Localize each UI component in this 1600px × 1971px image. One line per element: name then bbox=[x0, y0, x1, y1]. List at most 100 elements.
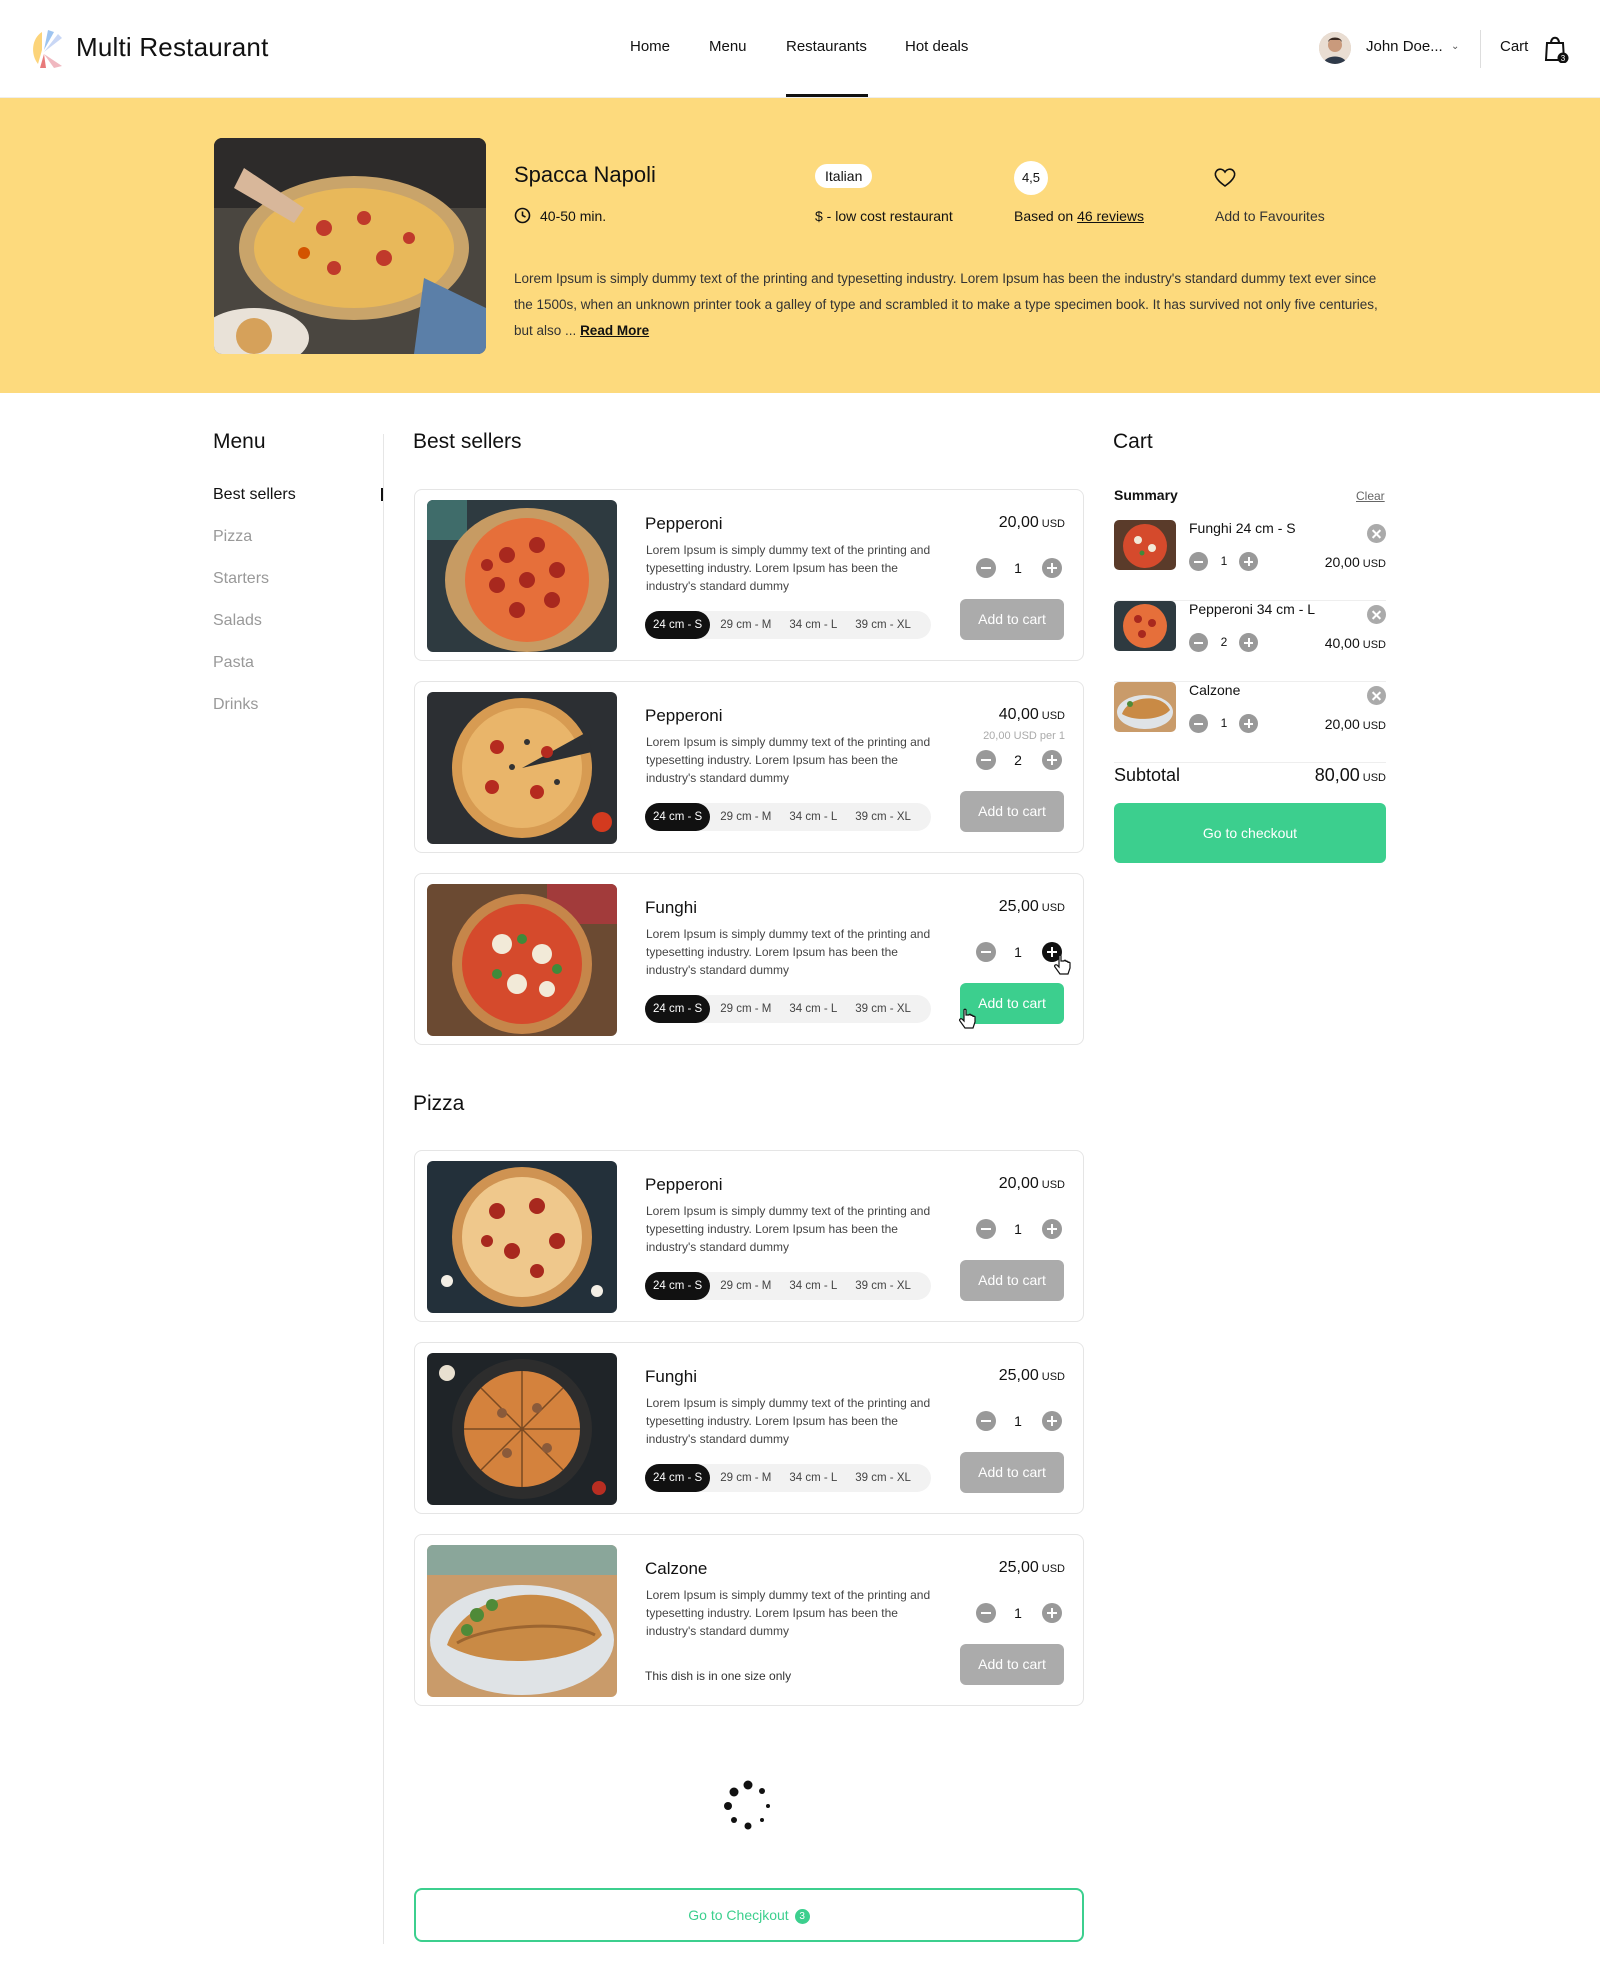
restaurant-photo bbox=[214, 138, 486, 354]
cart-item: Pepperoni 34 cm - L 2 40,00 USD bbox=[1114, 601, 1386, 682]
nav-hot-deals[interactable]: Hot deals bbox=[905, 38, 968, 55]
plus-icon[interactable] bbox=[1042, 1603, 1062, 1623]
hand-pointer-icon bbox=[959, 1008, 976, 1029]
add-to-cart-button[interactable]: Add to cart bbox=[960, 1644, 1064, 1685]
quantity-value: 2 bbox=[1014, 752, 1022, 768]
product-image[interactable] bbox=[427, 1353, 617, 1505]
size-option[interactable]: 39 cm - XL bbox=[847, 1464, 919, 1492]
user-avatar[interactable] bbox=[1319, 32, 1351, 64]
size-option[interactable]: 29 cm - M bbox=[712, 1272, 779, 1300]
add-to-favourites[interactable]: Add to Favourites bbox=[1215, 208, 1325, 224]
size-option[interactable]: 34 cm - L bbox=[781, 1464, 845, 1492]
product-price: 25,00 USD bbox=[999, 1367, 1065, 1385]
nav-home[interactable]: Home bbox=[630, 38, 670, 55]
clock-icon bbox=[514, 207, 531, 224]
product-card: Calzone Lorem Ipsum is simply dummy text… bbox=[414, 1534, 1084, 1706]
brand-name[interactable]: Multi Restaurant bbox=[76, 32, 269, 63]
plus-icon[interactable] bbox=[1042, 1219, 1062, 1239]
menu-item-drinks[interactable]: Drinks bbox=[213, 696, 258, 714]
remove-icon[interactable] bbox=[1367, 524, 1386, 543]
menu-divider bbox=[383, 434, 384, 1944]
product-price: 20,00 USD bbox=[999, 514, 1065, 532]
minus-icon[interactable] bbox=[976, 558, 996, 578]
add-to-cart-button[interactable]: Add to cart bbox=[960, 599, 1064, 640]
size-option[interactable]: 24 cm - S bbox=[645, 995, 711, 1023]
plus-icon[interactable] bbox=[1239, 633, 1258, 652]
size-option[interactable]: 34 cm - L bbox=[781, 803, 845, 831]
add-to-cart-button[interactable]: Add to cart bbox=[960, 1452, 1064, 1493]
minus-icon[interactable] bbox=[976, 1411, 996, 1431]
plus-icon[interactable] bbox=[1042, 750, 1062, 770]
rating-info: Based on 46 reviews bbox=[1014, 208, 1144, 224]
size-selector: 24 cm - S 29 cm - M 34 cm - L 39 cm - XL bbox=[645, 1272, 931, 1300]
size-option[interactable]: 29 cm - M bbox=[712, 995, 779, 1023]
size-option[interactable]: 24 cm - S bbox=[645, 1464, 711, 1492]
price-level: $ - low cost restaurant bbox=[815, 208, 953, 224]
size-option[interactable]: 34 cm - L bbox=[781, 611, 845, 639]
minus-icon[interactable] bbox=[976, 942, 996, 962]
minus-icon[interactable] bbox=[976, 1603, 996, 1623]
remove-icon[interactable] bbox=[1367, 686, 1386, 705]
size-option[interactable]: 29 cm - M bbox=[712, 1464, 779, 1492]
checkout-button[interactable]: Go to checkout bbox=[1114, 803, 1386, 863]
product-image[interactable] bbox=[427, 1161, 617, 1313]
size-option[interactable]: 34 cm - L bbox=[781, 1272, 845, 1300]
product-name: Calzone bbox=[645, 1559, 708, 1578]
cart-item-price-value: 20,00 bbox=[1324, 554, 1360, 570]
plus-icon[interactable] bbox=[1042, 1411, 1062, 1431]
cart-clear-link[interactable]: Clear bbox=[1356, 489, 1385, 503]
minus-icon[interactable] bbox=[976, 750, 996, 770]
product-image[interactable] bbox=[427, 692, 617, 844]
cart-item-image bbox=[1114, 682, 1176, 732]
size-option[interactable]: 24 cm - S bbox=[645, 1272, 711, 1300]
reviews-link[interactable]: 46 reviews bbox=[1077, 208, 1144, 224]
section-title-pizza: Pizza bbox=[413, 1092, 465, 1115]
quantity-value: 1 bbox=[1014, 1413, 1022, 1429]
cart-bag-icon[interactable]: 3 bbox=[1543, 33, 1569, 63]
size-option[interactable]: 29 cm - M bbox=[712, 803, 779, 831]
size-selector: 24 cm - S 29 cm - M 34 cm - L 39 cm - XL bbox=[645, 1464, 931, 1492]
subtotal-currency: USD bbox=[1362, 772, 1386, 784]
add-to-cart-button[interactable]: Add to cart bbox=[960, 1260, 1064, 1301]
cart-link-label[interactable]: Cart bbox=[1500, 38, 1528, 55]
plus-icon[interactable] bbox=[1239, 714, 1258, 733]
menu-item-best-sellers[interactable]: Best sellers bbox=[213, 486, 296, 504]
size-selector: 24 cm - S 29 cm - M 34 cm - L 39 cm - XL bbox=[645, 611, 931, 639]
minus-icon[interactable] bbox=[976, 1219, 996, 1239]
size-option[interactable]: 39 cm - XL bbox=[847, 1272, 919, 1300]
menu-item-salads[interactable]: Salads bbox=[213, 612, 262, 630]
heart-icon[interactable] bbox=[1213, 166, 1237, 188]
remove-icon[interactable] bbox=[1367, 605, 1386, 624]
plus-icon[interactable] bbox=[1042, 558, 1062, 578]
size-option[interactable]: 39 cm - XL bbox=[847, 995, 919, 1023]
read-more-link[interactable]: Read More bbox=[580, 323, 649, 338]
unit-price-note: 20,00 USD per 1 bbox=[983, 730, 1065, 742]
product-description: Lorem Ipsum is simply dummy text of the … bbox=[646, 1396, 931, 1446]
product-image[interactable] bbox=[427, 884, 617, 1036]
menu-item-pasta[interactable]: Pasta bbox=[213, 654, 254, 672]
brand-logo-icon[interactable] bbox=[28, 28, 68, 70]
price-value: 40,00 bbox=[998, 706, 1039, 723]
minus-icon[interactable] bbox=[1189, 714, 1208, 733]
menu-item-pizza[interactable]: Pizza bbox=[213, 528, 252, 546]
chevron-down-icon[interactable]: ⌄ bbox=[1451, 41, 1459, 52]
product-image[interactable] bbox=[427, 1545, 617, 1697]
add-to-cart-button[interactable]: Add to cart bbox=[960, 791, 1064, 832]
bottom-checkout-button[interactable]: Go to Checjkout 3 bbox=[414, 1888, 1084, 1942]
user-name[interactable]: John Doe... bbox=[1366, 38, 1443, 55]
nav-menu[interactable]: Menu bbox=[709, 38, 747, 55]
plus-icon[interactable] bbox=[1239, 552, 1258, 571]
nav-active-indicator bbox=[786, 94, 868, 97]
nav-restaurants[interactable]: Restaurants bbox=[786, 38, 867, 55]
minus-icon[interactable] bbox=[1189, 633, 1208, 652]
size-option[interactable]: 34 cm - L bbox=[781, 995, 845, 1023]
size-option[interactable]: 39 cm - XL bbox=[847, 611, 919, 639]
size-option[interactable]: 39 cm - XL bbox=[847, 803, 919, 831]
size-option[interactable]: 24 cm - S bbox=[645, 611, 711, 639]
price-value: 20,00 bbox=[998, 1175, 1039, 1192]
product-image[interactable] bbox=[427, 500, 617, 652]
minus-icon[interactable] bbox=[1189, 552, 1208, 571]
size-option[interactable]: 24 cm - S bbox=[645, 803, 711, 831]
menu-item-starters[interactable]: Starters bbox=[213, 570, 269, 588]
size-option[interactable]: 29 cm - M bbox=[712, 611, 779, 639]
